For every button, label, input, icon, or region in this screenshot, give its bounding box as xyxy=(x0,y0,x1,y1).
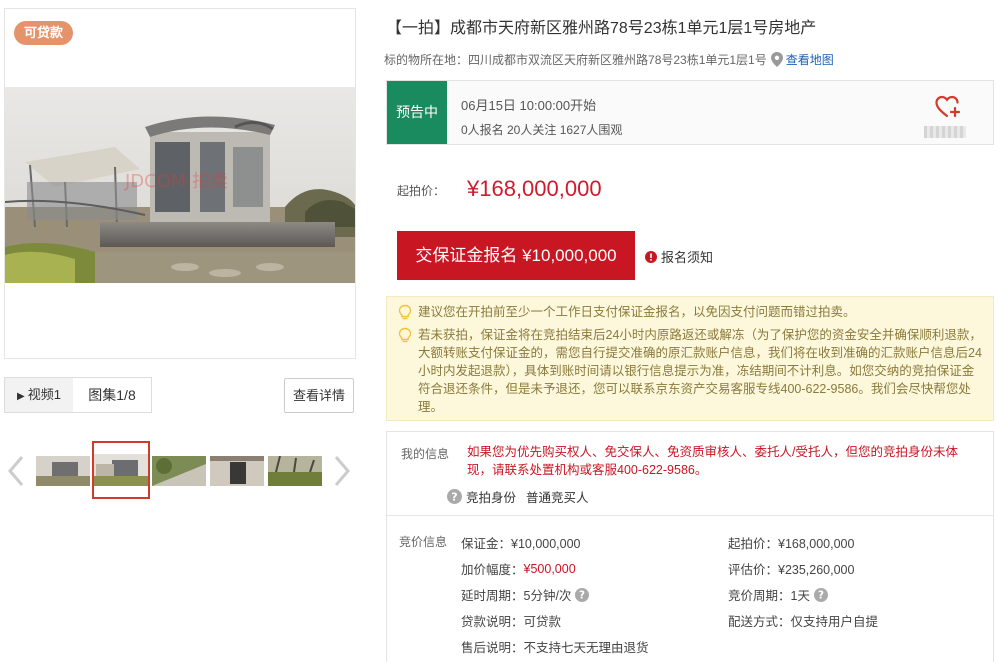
auction-status-bar: 预告中 06月15日 10:00:00开始 0人报名 20人关注 1627人围观 xyxy=(386,80,994,145)
identity-label: 竞拍身份 xyxy=(466,491,517,505)
lot-location: 标的物所在地： 四川成都市双流区天府新区雅州路78号23栋1单元1层1号 查看地… xyxy=(384,51,834,68)
cycle-info: 竞价周期：1天 ? xyxy=(728,585,828,604)
delay-info: 延时周期：5分钟/次 ? xyxy=(461,585,590,604)
thumbnail[interactable] xyxy=(268,456,322,486)
delivery-info: 配送方式：仅支持用户自提 xyxy=(728,615,879,629)
lightbulb-icon xyxy=(398,304,412,320)
start-price-value: ¥168,000,000 xyxy=(467,176,602,201)
map-pin-icon xyxy=(770,52,783,67)
identity-value: 普通竞买人 xyxy=(526,491,589,505)
loan-info: 贷款说明：可贷款 xyxy=(461,615,562,629)
thumbnail[interactable] xyxy=(210,456,264,486)
pay-deposit-enroll-button[interactable]: 交保证金报名 ¥10,000,000 xyxy=(397,231,635,280)
my-info-label: 我的信息 xyxy=(401,447,450,461)
cycle-text: 竞价周期：1天 xyxy=(728,589,810,603)
heart-plus-icon[interactable] xyxy=(935,95,961,119)
location-label: 标的物所在地： xyxy=(384,53,469,67)
svg-text:?: ? xyxy=(579,589,585,601)
play-icon: ▶ xyxy=(17,391,25,402)
lot-title: 【一拍】成都市天府新区雅州路78号23栋1单元1层1号房地产 xyxy=(386,20,817,37)
start-time: 06月15日 10:00:00开始 xyxy=(461,98,597,113)
tip-text: 若未获拍，保证金将在竞拍结束后24小时内原路返还或解冻（为了保护您的资金安全并确… xyxy=(418,328,982,414)
increment-label: 加价幅度： xyxy=(461,563,524,577)
media-tabs: ▶ 视频1 图集1/8 xyxy=(4,377,152,413)
tab-video[interactable]: ▶ 视频1 xyxy=(5,378,73,412)
increment-info: 加价幅度： ¥500,000 xyxy=(461,559,576,578)
bid-info-label: 竞价信息 xyxy=(399,535,448,549)
view-details-button[interactable]: 查看详情 xyxy=(284,378,354,413)
appraisal-info: 评估价：¥235,260,000 xyxy=(728,563,855,577)
tip-item: 建议您在开拍前至少一个工作日支付保证金报名，以免因支付问题而错过拍卖。 xyxy=(397,303,983,321)
svg-text:?: ? xyxy=(451,490,457,503)
chevron-right-icon[interactable] xyxy=(330,453,354,489)
thumbnail-selected[interactable] xyxy=(92,441,150,499)
status-badge: 预告中 xyxy=(387,81,447,144)
tab-gallery[interactable]: 图集1/8 xyxy=(73,378,151,412)
thumbnail[interactable] xyxy=(36,456,90,486)
chevron-left-icon[interactable] xyxy=(4,453,28,489)
participation-counts: 0人报名 20人关注 1627人围观 xyxy=(461,123,623,137)
deposit-info: 保证金：¥10,000,000 xyxy=(461,537,581,551)
tips-panel: 建议您在开拍前至少一个工作日支付保证金报名，以免因支付问题而错过拍卖。 若未获拍… xyxy=(386,296,994,421)
alert-icon xyxy=(645,250,657,263)
my-info-section: 我的信息 如果您为优先购买权人、免交保人、免资质审核人、委托人/受托人，但您的竞… xyxy=(386,431,994,515)
question-icon[interactable]: ? xyxy=(447,489,462,504)
enroll-notice-link[interactable]: 报名须知 xyxy=(645,247,713,266)
view-map-link[interactable]: 查看地图 xyxy=(786,51,834,68)
increment-value: ¥500,000 xyxy=(523,561,576,576)
my-info-message: 如果您为优先购买权人、免交保人、免资质审核人、委托人/受托人，但您的竞拍身份未体… xyxy=(467,445,958,477)
svg-text:?: ? xyxy=(818,589,824,601)
watermark-text: JDCOM·拍卖 xyxy=(124,171,228,192)
thumbnail[interactable] xyxy=(152,456,206,486)
lightbulb-icon xyxy=(398,327,412,343)
loan-badge: 可贷款 xyxy=(14,21,73,45)
delay-text: 延时周期：5分钟/次 xyxy=(461,589,572,603)
enroll-notice-label: 报名须知 xyxy=(661,250,714,265)
tab-video-label: 视频1 xyxy=(27,387,61,402)
start-price-info: 起拍价：¥168,000,000 xyxy=(728,537,855,551)
question-icon[interactable]: ? xyxy=(575,587,590,602)
tip-text: 建议您在开拍前至少一个工作日支付保证金报名，以免因支付问题而错过拍卖。 xyxy=(418,305,856,319)
bid-info-section: 竞价信息 保证金：¥10,000,000 起拍价：¥168,000,000 加价… xyxy=(386,515,994,662)
after-sale-info: 售后说明：不支持七天无理由退货 xyxy=(461,641,649,655)
start-price-label: 起拍价： xyxy=(397,184,446,198)
question-icon[interactable]: ? xyxy=(813,587,828,602)
tip-item: 若未获拍，保证金将在竞拍结束后24小时内原路返还或解冻（为了保护您的资金安全并确… xyxy=(397,326,983,416)
main-image-box[interactable]: 可贷款 JDCOM·拍卖 xyxy=(4,8,356,359)
property-photo: JDCOM·拍卖 xyxy=(5,87,355,283)
location-address: 四川成都市双流区天府新区雅州路78号23栋1单元1层1号 xyxy=(468,53,767,67)
bidder-identity: ? 竞拍身份 普通竞买人 xyxy=(447,487,589,506)
follow-label-blurred xyxy=(924,126,966,138)
